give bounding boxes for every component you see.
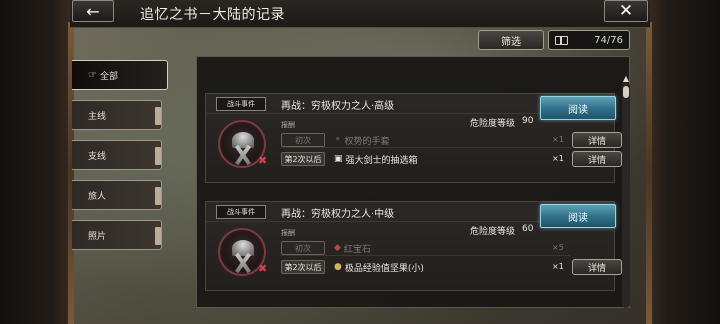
- reward-qty: ×1: [552, 154, 564, 163]
- reward-qty: ×5: [552, 243, 564, 252]
- detail-button[interactable]: 详情: [572, 259, 622, 275]
- event-card: 战斗事件 再战：穷极权力之人·高级 阅读 报酬 危险度等级 90 ✖ ✔ 初次 …: [205, 93, 622, 183]
- tab-side-story[interactable]: 支线: [72, 140, 162, 170]
- arrow-left-icon: ←: [86, 1, 100, 21]
- tab-label: 主线: [88, 111, 107, 122]
- reward-item: ⚬ 权势的手套: [334, 135, 390, 148]
- reward-item: ◆ 红宝石: [334, 243, 371, 256]
- danger-level-value: 60: [522, 224, 534, 234]
- read-button[interactable]: 阅读: [540, 96, 616, 120]
- danger-level-label: 危险度等级: [470, 227, 516, 237]
- tab-label: 支线: [88, 151, 107, 162]
- page-title: 追忆之书－大陆的记录: [140, 7, 285, 23]
- frame-left: [0, 0, 74, 324]
- reward-label: 报酬: [281, 121, 295, 129]
- nut-icon: ●: [334, 262, 342, 272]
- close-button[interactable]: ✕: [604, 0, 648, 22]
- tab-label: 照片: [88, 231, 107, 242]
- boss-emblem-icon: ✖: [218, 120, 267, 168]
- detail-button[interactable]: 详情: [572, 132, 622, 148]
- event-type-tag: 战斗事件: [216, 205, 266, 219]
- chest-icon: ▣: [334, 154, 343, 164]
- reward-label: 报酬: [281, 229, 295, 237]
- tab-label: 旅人: [88, 191, 107, 202]
- detail-button[interactable]: 详情: [572, 151, 622, 167]
- reward-tier: 初次: [281, 241, 325, 255]
- reward-tier: 第2次以后: [281, 260, 325, 274]
- record-count: 74/76: [548, 30, 630, 50]
- reward-tier: 第2次以后: [281, 152, 325, 166]
- book-icon: [555, 35, 568, 45]
- frame-right: [646, 0, 720, 324]
- gem-icon: ◆: [334, 243, 341, 253]
- event-list-panel[interactable]: 战斗事件 再战：穷极权力之人·高级 阅读 报酬 危险度等级 90 ✖ ✔ 初次 …: [196, 56, 630, 308]
- close-icon: ✕: [618, 1, 634, 21]
- reward-tier: 初次: [281, 133, 325, 147]
- scroll-up-icon[interactable]: ▲: [620, 74, 632, 84]
- pointing-hand-icon: ☞: [88, 69, 97, 81]
- tab-main-story[interactable]: 主线: [72, 100, 162, 130]
- reward-item: ▣ 强大剑士的抽选箱: [334, 154, 418, 167]
- event-title: 再战：穷极权力之人·高级: [281, 101, 395, 112]
- read-button[interactable]: 阅读: [540, 204, 616, 228]
- tab-label: 全部: [99, 71, 118, 82]
- boss-emblem-icon: ✖: [218, 228, 267, 276]
- danger-level-value: 90: [522, 116, 534, 126]
- scrollbar-thumb[interactable]: [623, 86, 629, 98]
- reward-qty: ×1: [552, 135, 564, 144]
- event-title: 再战：穷极权力之人·中级: [281, 209, 395, 220]
- record-count-value: 74/76: [594, 34, 623, 46]
- tab-all[interactable]: ☞ 全部: [72, 60, 168, 90]
- back-button[interactable]: ←: [72, 0, 114, 22]
- filter-button[interactable]: 筛选: [478, 30, 544, 50]
- scrollbar-track[interactable]: [622, 82, 630, 308]
- tab-travelers[interactable]: 旅人: [72, 180, 162, 210]
- danger-level-label: 危险度等级: [470, 119, 516, 129]
- event-type-tag: 战斗事件: [216, 97, 266, 111]
- reward-item: ● 极品经验值坚果(小): [334, 262, 424, 275]
- bulb-icon: ⚬: [334, 135, 342, 145]
- tab-photos[interactable]: 照片: [72, 220, 162, 250]
- event-card: 战斗事件 再战：穷极权力之人·中级 阅读 报酬 危险度等级 60 ✖ ✔ 初次 …: [205, 201, 622, 291]
- reward-qty: ×1: [552, 262, 564, 271]
